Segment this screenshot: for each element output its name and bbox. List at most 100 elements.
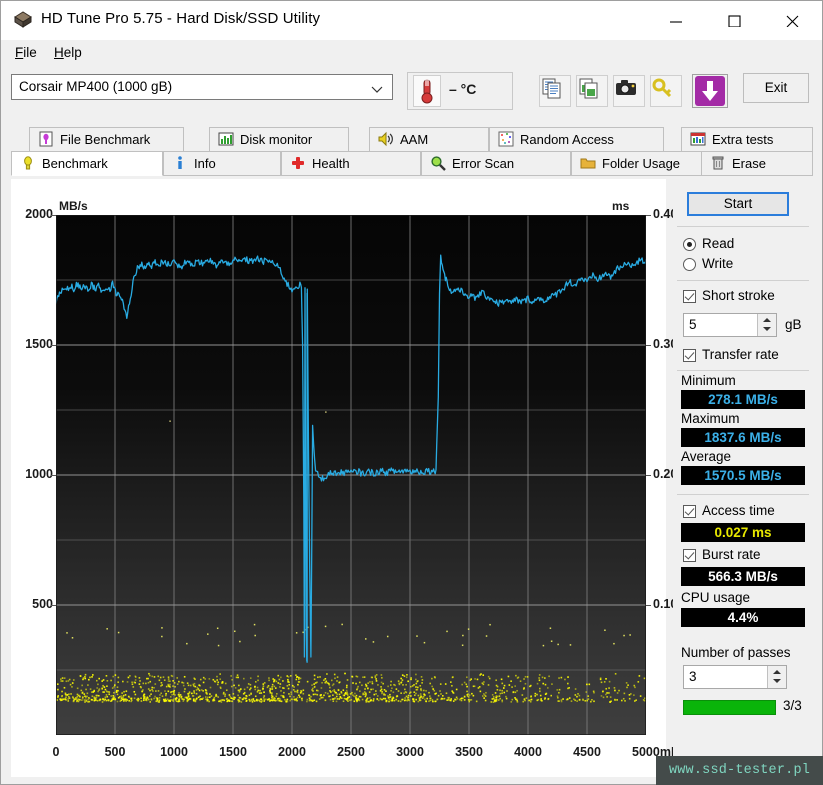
tab-error-scan[interactable]: Error Scan <box>421 151 571 176</box>
maximize-button[interactable] <box>712 1 758 40</box>
y-axis-tick-label: 500 <box>32 597 53 611</box>
passes-stepper-down-icon[interactable] <box>773 679 781 683</box>
maximum-value: 1837.6 MB/s <box>681 428 805 447</box>
short-stroke-checkbox-box <box>683 290 696 303</box>
magnifier-icon <box>430 155 448 173</box>
divider-3 <box>677 370 809 371</box>
download-icon[interactable] <box>692 74 728 108</box>
y-axis-tick <box>51 215 56 216</box>
minimum-value: 278.1 MB/s <box>681 390 805 409</box>
radio-write[interactable]: Write <box>683 256 813 275</box>
tab-health[interactable]: Health <box>281 151 421 176</box>
close-button[interactable] <box>770 1 816 40</box>
x-axis-tick-label: 4000 <box>514 745 542 759</box>
hdtune-window: HD Tune Pro 5.75 - Hard Disk/SSD Utility… <box>0 0 823 785</box>
chart-plot-area <box>56 215 646 735</box>
checkbox-access-time[interactable]: Access time <box>683 503 813 522</box>
tab-erase[interactable]: Erase <box>701 151 813 176</box>
tab-random-access[interactable]: Random Access <box>489 127 664 152</box>
info-icon <box>172 155 190 173</box>
toolbar: Corsair MP400 (1000 gB) – °C Exit <box>1 66 822 118</box>
average-value: 1570.5 MB/s <box>681 466 805 485</box>
access-time-value: 0.027 ms <box>681 523 805 542</box>
passes-label: Number of passes <box>681 645 791 660</box>
y2-axis-tick <box>646 605 651 606</box>
stepper-up-icon[interactable] <box>763 318 771 322</box>
checkbox-burst-rate[interactable]: Burst rate <box>683 547 813 566</box>
passes-stepper-buttons[interactable] <box>767 666 786 688</box>
extra-tests-icon <box>690 131 708 149</box>
maximum-label: Maximum <box>681 411 740 426</box>
benchmark-bulb-icon <box>20 155 38 173</box>
tab-strip: File Benchmark Disk monitor AAM Random Acce… <box>11 127 813 176</box>
health-cross-icon <box>290 155 308 173</box>
short-stroke-stepper-buttons[interactable] <box>757 314 776 336</box>
burst-rate-label: Burst rate <box>702 547 761 562</box>
y-axis-tick <box>51 475 56 476</box>
menu-item-file[interactable]: File <box>9 43 43 62</box>
drive-select[interactable]: Corsair MP400 (1000 gB) <box>11 74 393 100</box>
tab-info[interactable]: Info <box>163 151 281 176</box>
disk-monitor-icon <box>218 131 236 149</box>
short-stroke-stepper[interactable]: 5 <box>683 313 777 337</box>
start-button[interactable]: Start <box>687 192 789 216</box>
tab-label: Extra tests <box>712 132 774 147</box>
radio-read-label: Read <box>702 236 735 251</box>
tab-label: File Benchmark <box>60 132 151 147</box>
copy-icon[interactable] <box>539 75 571 107</box>
tab-file-benchmark[interactable]: File Benchmark <box>29 127 184 152</box>
thermometer-icon[interactable] <box>413 75 441 107</box>
window-title: HD Tune Pro 5.75 - Hard Disk/SSD Utility <box>41 10 321 27</box>
y2-axis-tick <box>646 215 651 216</box>
divider-2 <box>677 280 809 281</box>
camera-icon[interactable] <box>613 75 645 107</box>
x-axis-tick-label: 0 <box>52 745 60 759</box>
x-axis-tick-label: 1000 <box>160 745 188 759</box>
cpu-usage-label: CPU usage <box>681 590 751 605</box>
tab-aam[interactable]: AAM <box>369 127 489 152</box>
transfer-rate-label: Transfer rate <box>702 347 779 362</box>
average-label: Average <box>681 449 732 464</box>
key-icon[interactable] <box>650 75 682 107</box>
x-axis-tick-label: 2500 <box>337 745 365 759</box>
access-time-checkbox-box <box>683 505 696 518</box>
passes-stepper[interactable]: 3 <box>683 665 787 689</box>
radio-write-mark <box>683 258 696 271</box>
x-axis-tick-label: 4500 <box>573 745 601 759</box>
minimum-label: Minimum <box>681 373 736 388</box>
stepper-down-icon[interactable] <box>763 327 771 331</box>
drive-select-value: Corsair MP400 (1000 gB) <box>19 79 173 94</box>
checkbox-short-stroke[interactable]: Short stroke <box>683 288 813 307</box>
passes-stepper-up-icon[interactable] <box>773 670 781 674</box>
tab-disk-monitor[interactable]: Disk monitor <box>209 127 349 152</box>
burst-rate-checkbox-box <box>683 549 696 562</box>
hdd-icon <box>13 11 33 29</box>
copy-green-icon[interactable] <box>576 75 608 107</box>
menu-file-rest: ile <box>23 45 37 60</box>
menu-item-help[interactable]: Help <box>48 43 88 62</box>
tab-label: AAM <box>400 132 429 147</box>
cpu-usage-value: 4.4% <box>681 608 805 627</box>
title-bar: HD Tune Pro 5.75 - Hard Disk/SSD Utility <box>1 1 822 40</box>
radio-read[interactable]: Read <box>683 236 813 255</box>
checkbox-transfer-rate[interactable]: Transfer rate <box>683 347 813 366</box>
speaker-icon <box>378 131 396 149</box>
passes-value: 3 <box>689 669 697 684</box>
tab-row-top: File Benchmark Disk monitor AAM Random Acce… <box>11 127 813 152</box>
x-axis-tick-label: 2000 <box>278 745 306 759</box>
random-access-icon <box>498 131 516 149</box>
exit-button[interactable]: Exit <box>743 73 809 103</box>
tab-row-bottom: Benchmark Info Health Error Scan Folder Usag… <box>11 151 813 176</box>
options-panel: Start Read Write Short stroke 5 gB Trans… <box>673 179 813 777</box>
y-axis-tick <box>51 605 56 606</box>
tab-extra-tests[interactable]: Extra tests <box>681 127 813 152</box>
tab-label: Info <box>194 156 216 171</box>
short-stroke-unit-label: gB <box>785 317 802 332</box>
passes-progress-bar <box>683 700 776 715</box>
short-stroke-label: Short stroke <box>702 288 775 303</box>
radio-read-mark <box>683 238 696 251</box>
menu-help-rest: elp <box>63 45 82 60</box>
trash-icon <box>710 155 728 173</box>
tab-benchmark[interactable]: Benchmark <box>11 151 163 176</box>
minimize-button[interactable] <box>654 1 700 40</box>
